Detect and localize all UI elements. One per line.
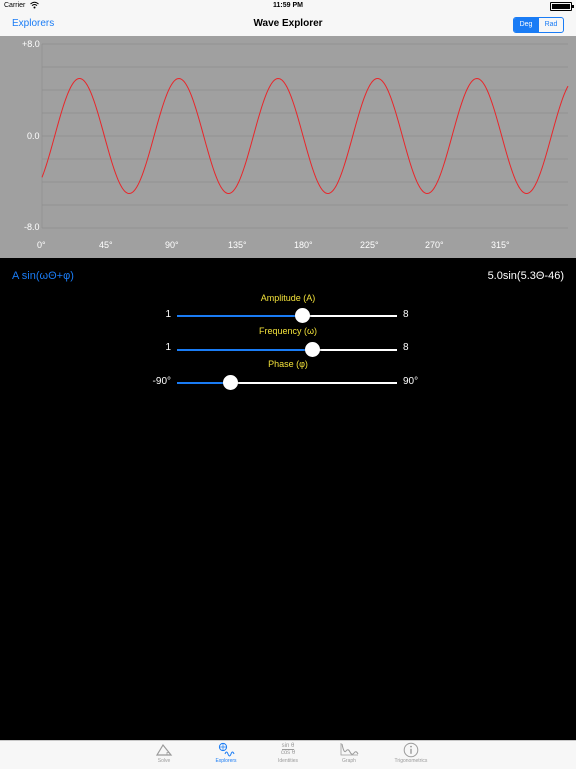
y-axis-label-zero: 0.0 [27, 131, 40, 141]
tab-identities[interactable]: sin θ cos θ Identities [258, 741, 318, 769]
sin-cos-fraction-icon: sin θ cos θ [258, 741, 318, 758]
tab-label: Identities [277, 758, 298, 764]
icon-text-numerator: sin θ [281, 743, 295, 750]
y-axis-label-max: +8.0 [22, 39, 40, 49]
status-bar: Carrier 11:59 PM [0, 0, 576, 12]
amplitude-slider-thumb[interactable] [295, 308, 311, 323]
navigation-bar: Explorers Wave Explorer Deg Rad [0, 12, 576, 37]
page-title: Wave Explorer [253, 18, 323, 29]
triangle-icon [134, 741, 194, 758]
x-axis-tick-label: 180° [294, 240, 313, 250]
clock: 11:59 PM [273, 2, 303, 9]
battery-icon [550, 2, 574, 11]
tab-explorers[interactable]: Explorers [196, 741, 256, 769]
wave-explorer-icon [196, 741, 256, 758]
phase-slider[interactable] [177, 375, 397, 390]
y-axis-label-min: -8.0 [24, 222, 40, 232]
amplitude-slider[interactable] [177, 308, 397, 323]
x-axis-tick-label: 270° [425, 240, 444, 250]
tab-bar: Solve Explorers sin θ cos θ Identities G… [0, 740, 576, 769]
tab-label: Solve [157, 758, 171, 764]
icon-text-denominator: cos θ [280, 750, 296, 756]
amplitude-slider-fill [177, 315, 303, 317]
tab-graph[interactable]: Graph [319, 741, 379, 769]
graph-icon [319, 741, 379, 758]
tab-solve[interactable]: Solve [134, 741, 194, 769]
amplitude-slider-title: Amplitude (A) [260, 293, 316, 303]
wave-graph: +8.0 0.0 -8.0 0° 45° 90° 135° 180° 225° … [0, 36, 576, 258]
tab-label: Trigonometrics [394, 758, 428, 764]
frequency-max-label: 8 [403, 342, 409, 353]
x-axis-tick-label: 45° [99, 240, 113, 250]
x-axis-tick-label: 315° [491, 240, 510, 250]
x-axis-tick-label: 0° [37, 240, 46, 250]
tab-label: Graph [342, 758, 356, 764]
frequency-min-label: 1 [165, 342, 171, 353]
amplitude-min-label: 1 [165, 309, 171, 320]
phase-max-label: 90° [403, 376, 419, 387]
phase-slider-title: Phase (φ) [268, 359, 308, 369]
x-axis-tick-label: 90° [165, 240, 179, 250]
general-formula: A sin(ωΘ+φ) [12, 270, 74, 282]
tab-trigonometrics[interactable]: Trigonometrics [381, 741, 441, 769]
angle-unit-segmented-control: Deg Rad [513, 17, 564, 33]
frequency-slider-title: Frequency (ω) [258, 326, 318, 336]
amplitude-max-label: 8 [403, 309, 409, 320]
phase-min-label: -90° [152, 376, 171, 387]
frequency-slider-thumb[interactable] [304, 342, 320, 357]
wave-plot [41, 43, 569, 229]
x-axis-tick-label: 135° [228, 240, 247, 250]
tab-label: Explorers [215, 758, 237, 764]
x-axis-tick-label: 225° [360, 240, 379, 250]
frequency-slider-fill [177, 349, 313, 351]
frequency-slider[interactable] [177, 342, 397, 357]
deg-segment[interactable]: Deg [514, 18, 538, 32]
rad-segment[interactable]: Rad [538, 18, 563, 32]
info-icon [381, 741, 441, 758]
phase-slider-thumb[interactable] [223, 375, 239, 390]
current-formula: 5.0sin(5.3Θ-46) [487, 270, 564, 282]
